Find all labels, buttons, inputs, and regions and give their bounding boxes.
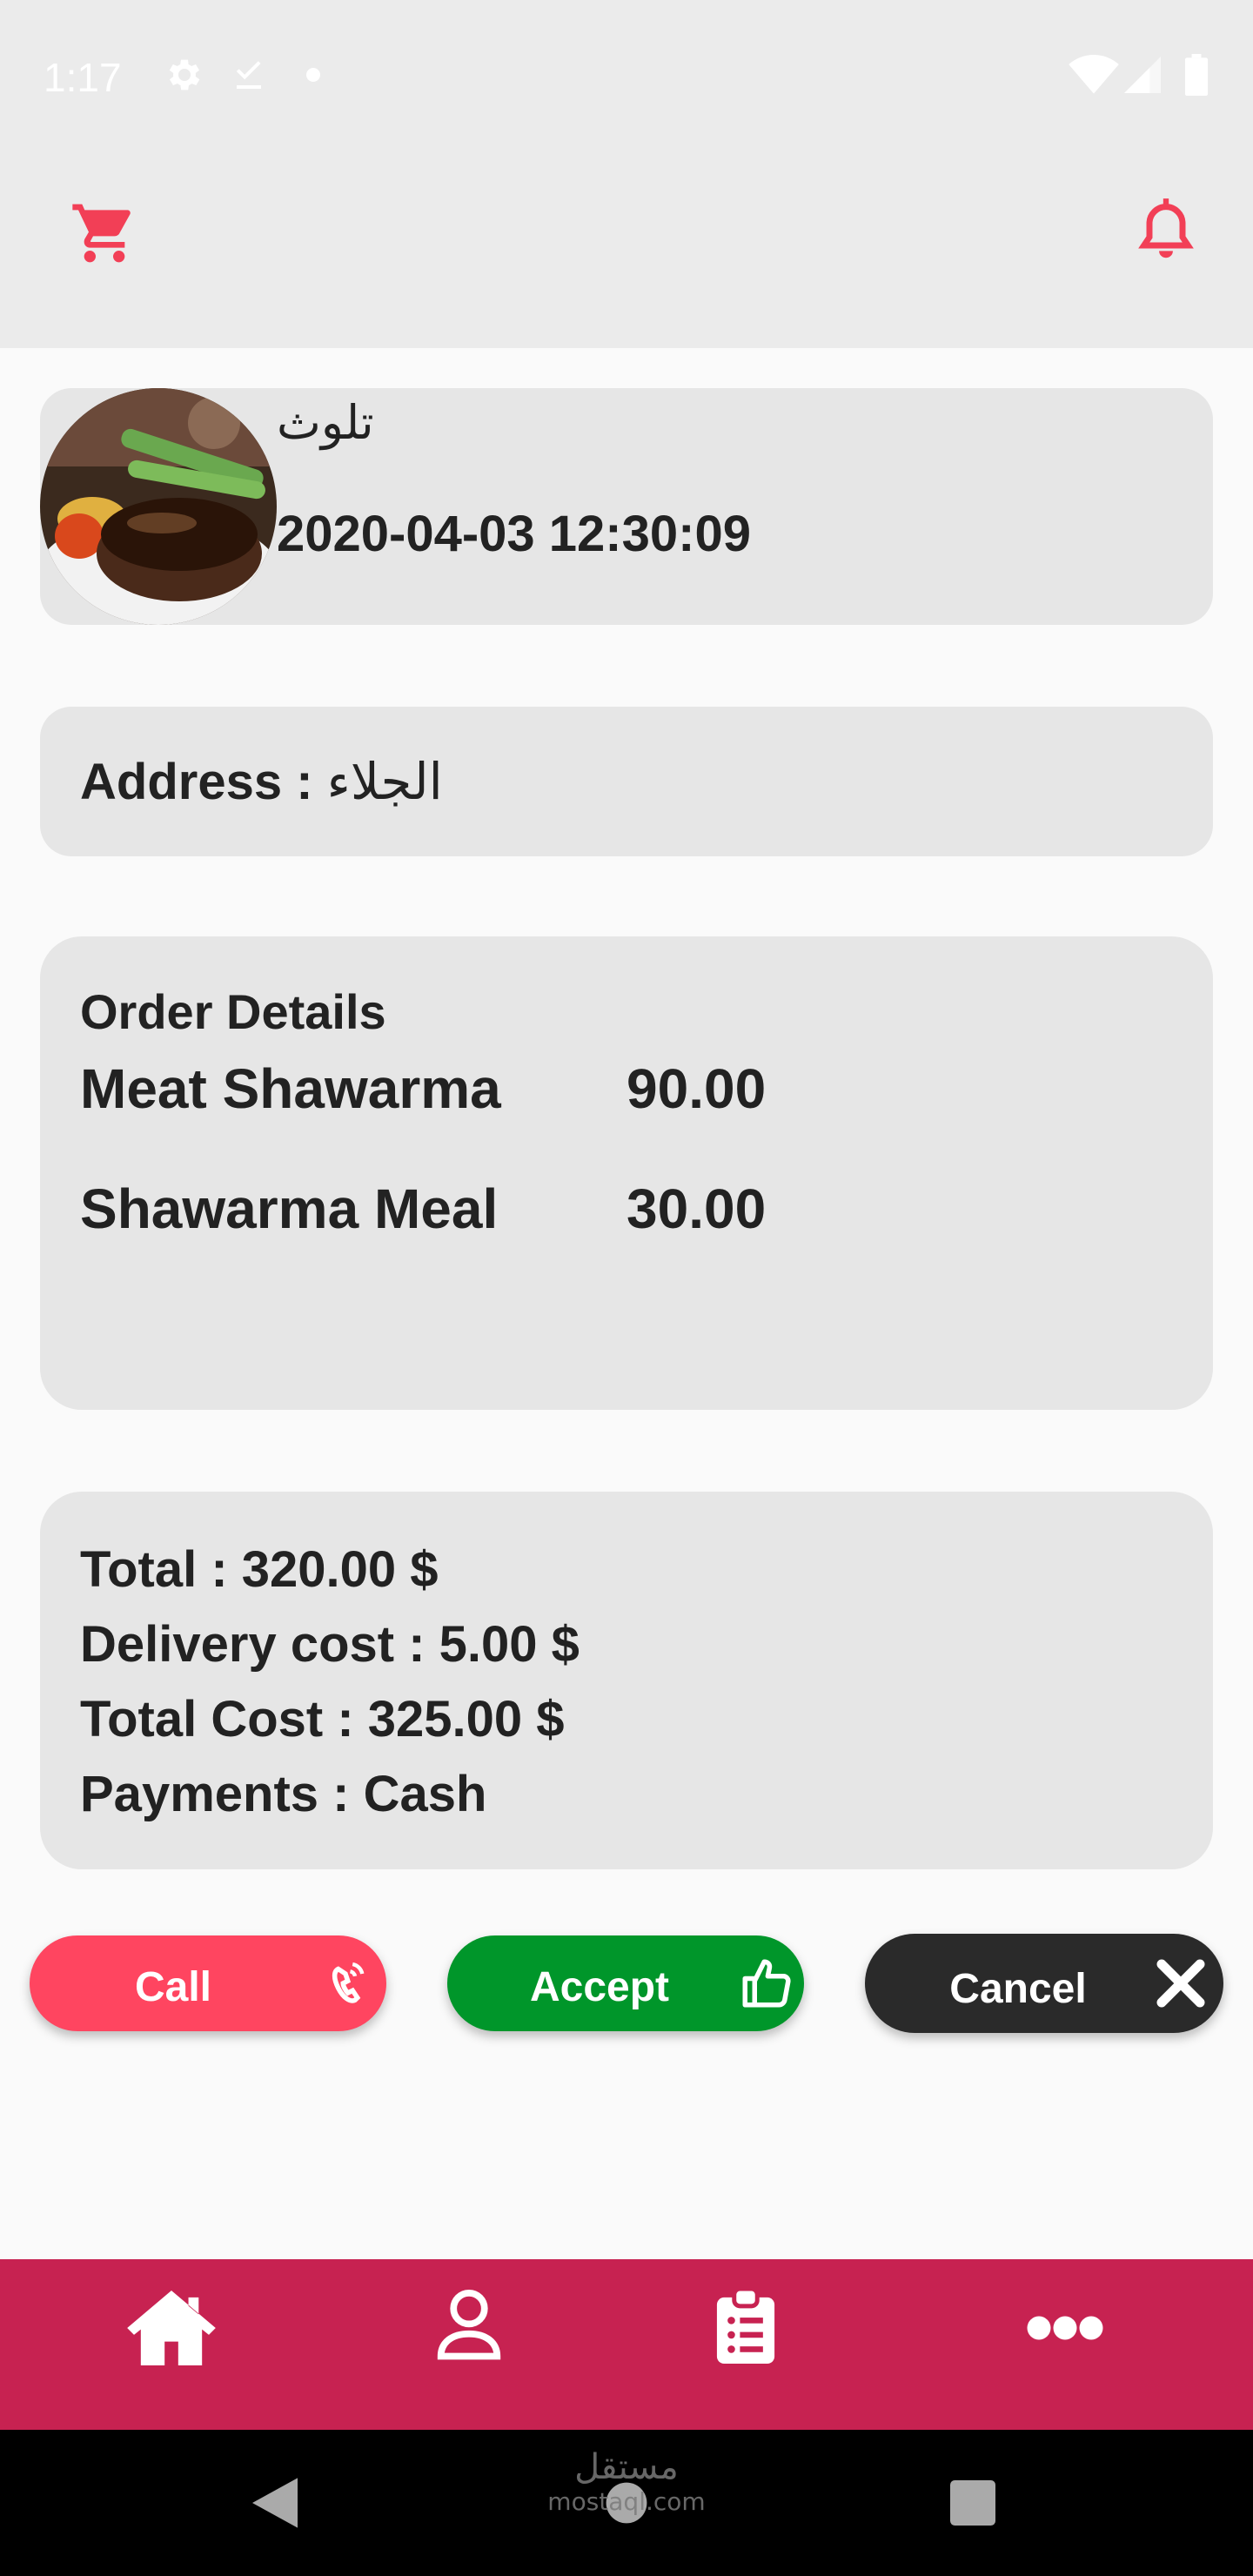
total-cost-line: Total Cost : 325.00 $ [80, 1691, 565, 1748]
home-icon[interactable] [125, 2291, 218, 2365]
order-summary-card: Total : 320.00 $ Delivery cost : 5.00 $ … [40, 1492, 1213, 1869]
back-icon[interactable] [252, 2477, 298, 2529]
address-value: الجلاء [326, 752, 443, 811]
order-item-price: 30.00 [626, 1177, 767, 1240]
orders-icon[interactable] [715, 2289, 776, 2364]
cancel-button-label: Cancel [949, 1966, 1087, 2012]
battery-icon [1184, 54, 1209, 96]
order-item-price: 90.00 [626, 1057, 767, 1120]
payment-line: Payments : Cash [80, 1766, 487, 1822]
customer-card: تلوث 2020-04-03 12:30:09 [40, 388, 1213, 625]
customer-name: تلوث [277, 395, 374, 450]
order-item-name: Meat Shawarma [80, 1057, 501, 1120]
address-line: Address : الجلاء [80, 752, 443, 811]
cancel-button[interactable]: Cancel [865, 1934, 1223, 2033]
address-label: Address : [80, 754, 327, 810]
recents-icon[interactable] [950, 2480, 995, 2526]
watermark-arabic: مستقل [574, 2447, 679, 2487]
status-time: 1:17 [44, 55, 122, 100]
system-navigation-bar: مستقل mostaql.com [0, 2430, 1253, 2576]
order-datetime: 2020-04-03 12:30:09 [277, 506, 751, 562]
wifi-icon [1069, 54, 1119, 94]
signal-icon [1124, 57, 1161, 93]
accept-button-label: Accept [529, 1964, 670, 2010]
thumbs-up-icon [742, 1959, 791, 2008]
watermark-latin: mostaql.com [547, 2487, 706, 2516]
download-done-icon [236, 61, 261, 89]
bottom-navigation [0, 2259, 1253, 2430]
order-details-card: Order Details Meat Shawarma 90.00 Shawar… [40, 936, 1213, 1410]
total-line: Total : 320.00 $ [80, 1541, 439, 1598]
accept-button[interactable]: Accept [447, 1935, 804, 2031]
order-item-name: Shawarma Meal [80, 1177, 499, 1240]
bell-icon[interactable] [1133, 191, 1199, 266]
close-icon [1156, 1959, 1205, 2008]
dot-icon [306, 68, 320, 82]
more-icon[interactable] [1023, 2315, 1107, 2341]
delivery-cost-line: Delivery cost : 5.00 $ [80, 1616, 580, 1673]
call-button[interactable]: Call [30, 1935, 386, 2031]
address-card: Address : الجلاء [40, 707, 1213, 856]
watermark: مستقل mostaql.com [539, 2447, 714, 2516]
phone-icon [332, 1962, 365, 2003]
food-image [40, 388, 277, 625]
status-bar: 1:17 [0, 0, 1253, 148]
app-bar [0, 148, 1253, 348]
call-button-label: Call [134, 1964, 212, 2010]
settings-icon [169, 59, 200, 91]
profile-icon[interactable] [435, 2289, 503, 2362]
order-details-title: Order Details [80, 984, 386, 1039]
cart-icon[interactable] [70, 198, 139, 268]
